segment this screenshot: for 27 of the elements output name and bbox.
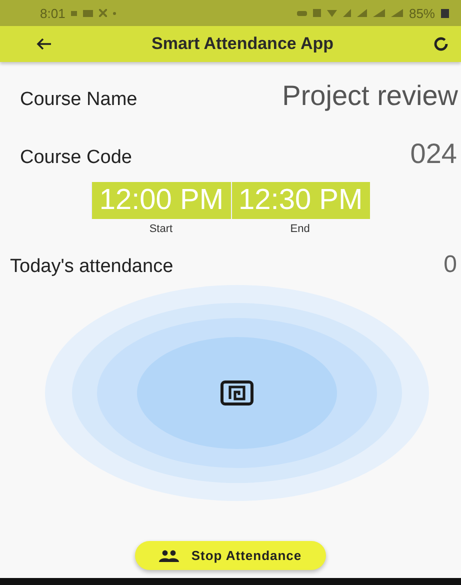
nfc-icon	[220, 380, 254, 406]
signal-icon	[372, 9, 385, 17]
signal-icon	[390, 9, 403, 17]
time-label: Start	[149, 223, 173, 235]
refresh-icon[interactable]	[433, 36, 449, 52]
course-name-label: Course Name	[20, 89, 138, 111]
time-button[interactable]: 12:00 PM	[91, 182, 230, 219]
back-arrow-icon[interactable]	[36, 37, 52, 51]
wifi-icon	[326, 10, 337, 16]
status-time: 8:01	[40, 6, 66, 20]
course-code-value: 024	[410, 138, 457, 170]
people-icon	[159, 550, 180, 562]
cross-icon	[99, 9, 108, 17]
course-name-value: Project review	[282, 80, 458, 112]
stop-attendance-button[interactable]: Stop Attendance	[135, 541, 326, 570]
signal-icon	[356, 9, 367, 17]
attendance-count: 0	[444, 251, 457, 279]
battery-icon	[441, 8, 449, 18]
dot-icon	[113, 12, 116, 14]
time-label: End	[290, 223, 310, 235]
battery-percent: 85%	[408, 6, 435, 20]
course-code-label: Course Code	[20, 147, 132, 169]
app-title: Smart Attendance App	[152, 34, 334, 54]
signal-icon	[342, 9, 351, 17]
attendance-label: Today's attendance	[10, 256, 174, 278]
time-button[interactable]: 12:30 PM	[230, 182, 370, 219]
image-icon	[83, 10, 94, 16]
